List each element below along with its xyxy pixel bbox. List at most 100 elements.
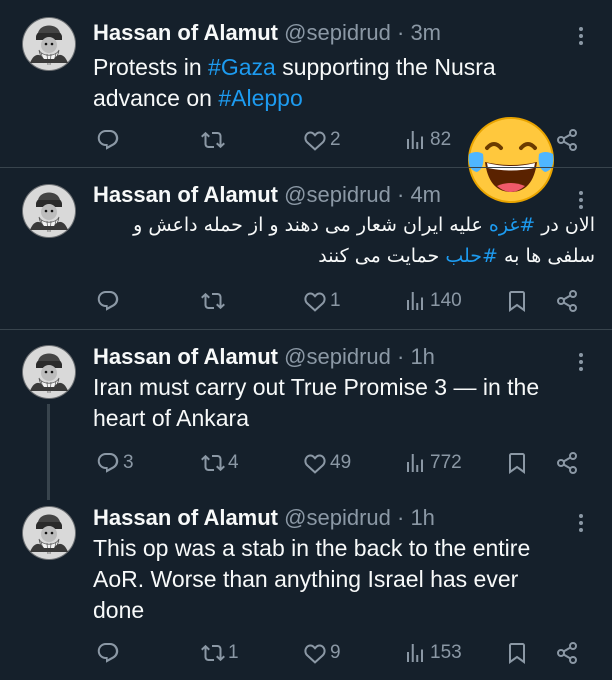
action-bar: 3 4 49 772: [0, 448, 612, 478]
retweet-icon: [201, 641, 225, 665]
action-bar: 1 140: [0, 286, 612, 316]
hashtag-aleppo-fa[interactable]: #حلب: [445, 245, 498, 267]
share-button[interactable]: [555, 448, 579, 478]
views-count: 140: [430, 290, 462, 311]
tweet-text-segment: الان در: [535, 214, 595, 236]
tweet-2[interactable]: Hassan of Alamut @sepidrud · 4m الان در …: [0, 168, 612, 330]
tweet-text-segment: علیه ایران شعار می دهند و از حمله داعش و: [133, 214, 489, 236]
tweet-header: Hassan of Alamut @sepidrud · 4m: [93, 182, 441, 208]
more-icon[interactable]: [574, 511, 588, 535]
tweet-3[interactable]: Hassan of Alamut @sepidrud · 1h Iran mus…: [0, 330, 612, 500]
hashtag-aleppo[interactable]: #Aleppo: [218, 85, 302, 111]
author-handle[interactable]: @sepidrud: [284, 182, 391, 207]
like-count: 2: [330, 129, 341, 150]
bookmark-icon: [505, 451, 529, 475]
bookmark-button[interactable]: [505, 286, 529, 316]
timestamp[interactable]: · 1h: [397, 505, 435, 530]
tweet-text-line: done: [93, 597, 145, 623]
views-icon: [403, 289, 427, 313]
retweet-button[interactable]: 1: [201, 638, 239, 668]
bookmark-icon: [505, 641, 529, 665]
share-icon: [555, 289, 579, 313]
like-button[interactable]: 49: [303, 448, 351, 478]
retweet-icon: [201, 128, 225, 152]
author-handle[interactable]: @sepidrud: [284, 20, 391, 45]
avatar[interactable]: [22, 506, 76, 560]
heart-icon: [303, 289, 327, 313]
share-icon: [555, 641, 579, 665]
author-handle[interactable]: @sepidrud: [284, 505, 391, 530]
share-icon: [555, 451, 579, 475]
views-button[interactable]: 82: [403, 125, 451, 155]
tweet-text-line: Iran must carry out True Promise 3 — in …: [93, 374, 540, 400]
views-icon: [403, 451, 427, 475]
reply-button[interactable]: 3: [96, 448, 134, 478]
avatar[interactable]: [22, 184, 76, 238]
tweet-text: This op was a stab in the back to the en…: [93, 533, 593, 626]
author-handle[interactable]: @sepidrud: [284, 344, 391, 369]
avatar[interactable]: [22, 345, 76, 399]
retweet-button[interactable]: [201, 125, 228, 155]
tweet-header: Hassan of Alamut @sepidrud · 1h: [93, 344, 435, 370]
reply-icon: [96, 451, 120, 475]
author-name[interactable]: Hassan of Alamut: [93, 182, 278, 207]
author-name[interactable]: Hassan of Alamut: [93, 505, 278, 530]
heart-icon: [303, 451, 327, 475]
tweet-text: الان در #غزه علیه ایران شعار می دهند و ا…: [93, 210, 595, 272]
tweet-4[interactable]: Hassan of Alamut @sepidrud · 1h This op …: [0, 492, 612, 680]
reply-count: 3: [123, 452, 134, 473]
views-icon: [403, 128, 427, 152]
like-button[interactable]: 1: [303, 286, 341, 316]
more-icon[interactable]: [574, 350, 588, 374]
retweet-button[interactable]: [201, 286, 228, 316]
tweet-header: Hassan of Alamut @sepidrud · 1h: [93, 505, 435, 531]
like-button[interactable]: 2: [303, 125, 341, 155]
share-button[interactable]: [555, 286, 579, 316]
tweet-text-line: This op was a stab in the back to the en…: [93, 535, 531, 561]
author-name[interactable]: Hassan of Alamut: [93, 20, 278, 45]
more-icon[interactable]: [574, 188, 588, 212]
hashtag-gaza-fa[interactable]: #غزه: [489, 214, 535, 236]
reply-icon: [96, 289, 120, 313]
reply-button[interactable]: [96, 638, 123, 668]
retweet-count: 4: [228, 452, 239, 473]
tweet-text-line: سلفی ها به #حلب حمایت می کنند: [93, 241, 595, 272]
views-button[interactable]: 153: [403, 638, 462, 668]
views-count: 772: [430, 452, 462, 473]
like-count: 49: [330, 452, 352, 473]
avatar[interactable]: [22, 17, 76, 71]
timestamp[interactable]: · 4m: [397, 182, 441, 207]
views-count: 82: [430, 129, 452, 150]
reply-icon: [96, 641, 120, 665]
heart-icon: [303, 128, 327, 152]
tweet-text: Iran must carry out True Promise 3 — in …: [93, 372, 593, 434]
bookmark-icon: [505, 289, 529, 313]
views-count: 153: [430, 642, 462, 663]
bookmark-button[interactable]: [505, 638, 529, 668]
tweet-header: Hassan of Alamut @sepidrud · 3m: [93, 20, 441, 46]
tweet-1[interactable]: Hassan of Alamut @sepidrud · 3m Protests…: [0, 0, 612, 168]
share-button[interactable]: [555, 125, 579, 155]
retweet-icon: [201, 451, 225, 475]
retweet-icon: [201, 289, 225, 313]
tweet-text-line: الان در #غزه علیه ایران شعار می دهند و ا…: [93, 210, 595, 241]
like-button[interactable]: 9: [303, 638, 341, 668]
tweet-text-line: heart of Ankara: [93, 405, 249, 431]
author-name[interactable]: Hassan of Alamut: [93, 344, 278, 369]
hashtag-gaza[interactable]: #Gaza: [208, 54, 276, 80]
timestamp[interactable]: · 1h: [397, 344, 435, 369]
share-button[interactable]: [555, 638, 579, 668]
views-button[interactable]: 772: [403, 448, 462, 478]
reply-button[interactable]: [96, 286, 123, 316]
reply-button[interactable]: [96, 125, 123, 155]
retweet-button[interactable]: 4: [201, 448, 239, 478]
tweet-text-segment: advance on: [93, 85, 219, 111]
share-icon: [555, 128, 579, 152]
tweet-text-segment: سلفی ها به: [497, 245, 595, 267]
bookmark-button[interactable]: [505, 448, 529, 478]
reply-icon: [96, 128, 120, 152]
timestamp[interactable]: · 3m: [397, 20, 441, 45]
more-icon[interactable]: [574, 24, 588, 48]
views-button[interactable]: 140: [403, 286, 462, 316]
heart-icon: [303, 641, 327, 665]
